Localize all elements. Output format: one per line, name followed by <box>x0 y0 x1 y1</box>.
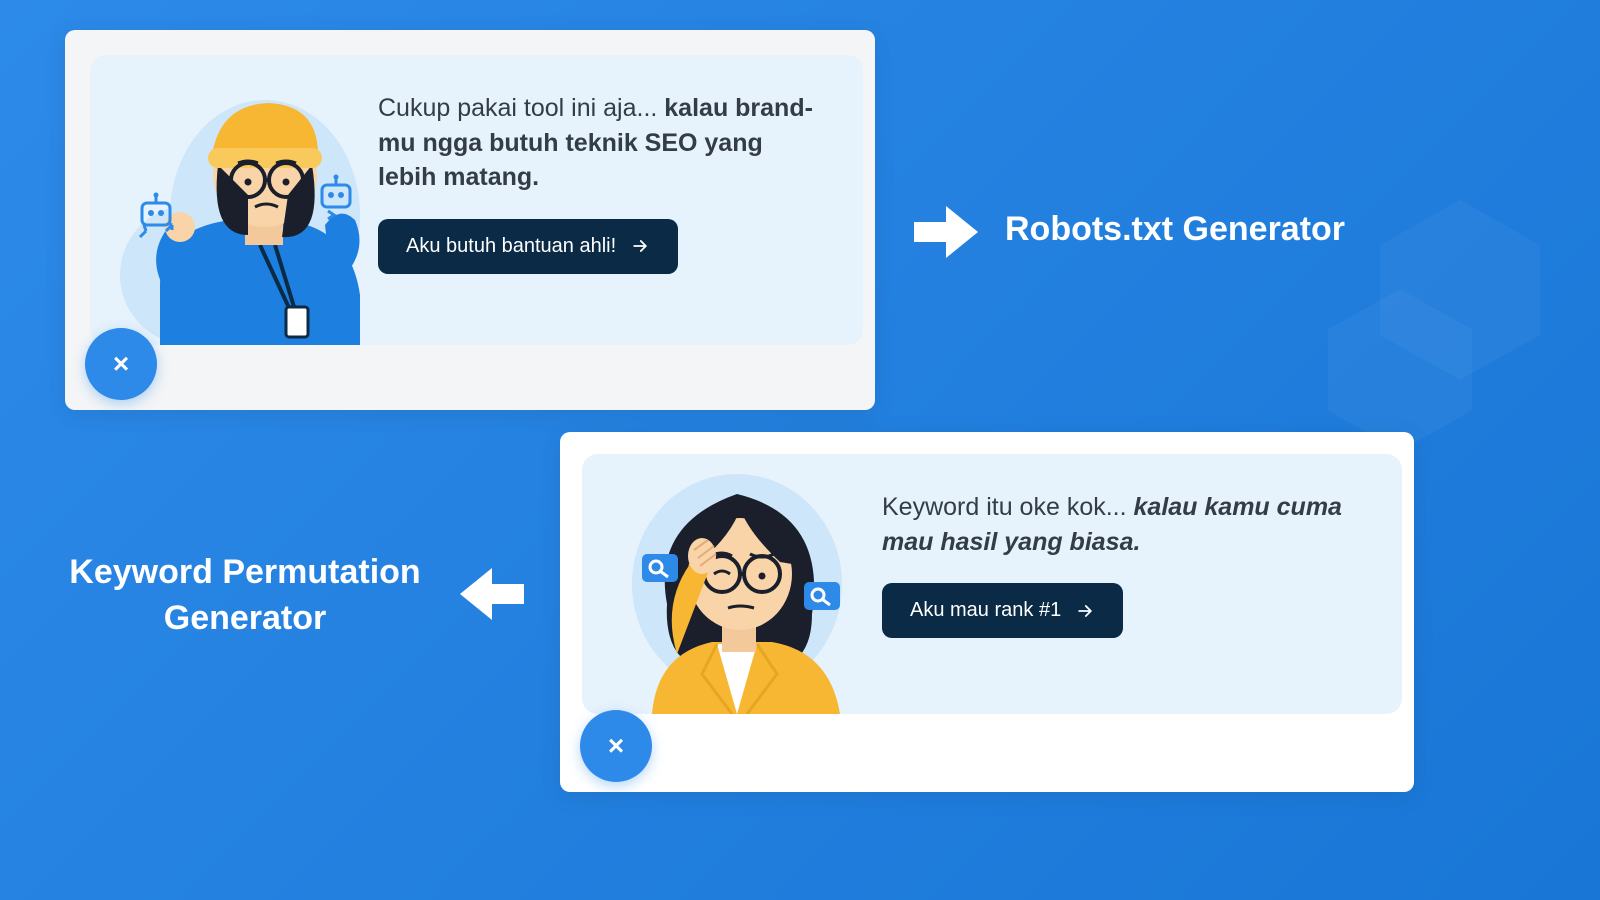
avatar-illustration <box>582 454 872 714</box>
card-headline: Keyword itu oke kok... kalau kamu cuma m… <box>882 490 1364 559</box>
cta-label: Aku butuh bantuan ahli! <box>406 235 616 258</box>
card-keyword-permutation: Keyword itu oke kok... kalau kamu cuma m… <box>560 432 1414 792</box>
avatar-illustration <box>90 55 360 345</box>
cta-button[interactable]: Aku butuh bantuan ahli! <box>378 219 678 274</box>
close-button[interactable]: × <box>85 328 157 400</box>
label-robots-txt: Robots.txt Generator <box>1005 210 1345 249</box>
arrow-right-icon <box>914 204 978 260</box>
card-text: Cukup pakai tool ini aja... kalau brand-… <box>360 55 863 345</box>
headline-plain: Keyword itu oke kok... <box>882 493 1134 521</box>
cta-button[interactable]: Aku mau rank #1 <box>882 583 1123 638</box>
card-inner: Keyword itu oke kok... kalau kamu cuma m… <box>582 454 1402 714</box>
card-inner: Cukup pakai tool ini aja... kalau brand-… <box>90 55 863 345</box>
arrow-right-icon <box>1075 601 1095 621</box>
arrow-right-icon <box>630 236 650 256</box>
headline-plain: Cukup pakai tool ini aja... <box>378 94 664 122</box>
close-icon: × <box>113 348 129 380</box>
close-icon: × <box>608 730 624 762</box>
label-keyword-permutation: Keyword Permutation Generator <box>55 550 435 642</box>
card-headline: Cukup pakai tool ini aja... kalau brand-… <box>378 91 819 195</box>
arrow-left-icon <box>460 566 524 622</box>
card-robots-txt: Cukup pakai tool ini aja... kalau brand-… <box>65 30 875 410</box>
card-text: Keyword itu oke kok... kalau kamu cuma m… <box>872 454 1402 714</box>
cta-label: Aku mau rank #1 <box>910 599 1061 622</box>
close-button[interactable]: × <box>580 710 652 782</box>
